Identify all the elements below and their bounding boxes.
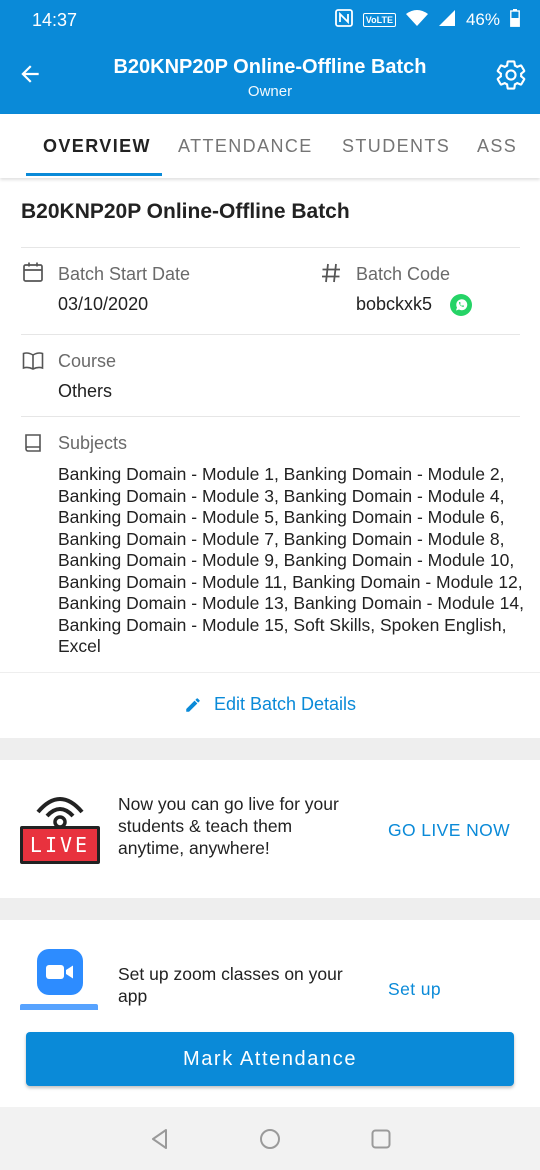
arrow-back-icon: [21, 65, 39, 83]
pencil-icon: [186, 697, 200, 712]
divider: [21, 334, 520, 335]
tab-assignments[interactable]: ASS: [477, 114, 517, 178]
live-badge: LIVE: [20, 826, 100, 864]
tab-attendance[interactable]: ATTENDANCE: [178, 114, 313, 178]
signal-icon: [438, 9, 456, 32]
page-title: B20KNP20P Online-Offline Batch: [113, 56, 427, 78]
go-live-text-line: anytime, anywhere!: [118, 838, 270, 858]
nfc-icon: [334, 8, 353, 32]
zoom-setup-card: Set up zoom classes on your app Set up: [0, 920, 540, 1010]
active-tab-indicator: [26, 173, 162, 176]
broadcast-waves-icon: [36, 797, 84, 828]
edit-batch-details-label: Edit Batch Details: [213, 694, 357, 714]
zoom-setup-button[interactable]: Set up: [388, 979, 441, 1000]
zoom-text-line: app: [118, 986, 148, 1006]
status-icons: VoLTE 46%: [334, 8, 520, 32]
batch-name: B20KNP20P Online-Offline Batch: [21, 200, 350, 223]
batch-code-value: bobckxk5: [356, 294, 433, 314]
section-separator: [0, 738, 540, 760]
zoom-description: Set up zoom classes on your app: [118, 963, 343, 1007]
nav-home-icon[interactable]: [258, 1127, 282, 1151]
divider: [21, 247, 520, 248]
divider: [21, 416, 520, 417]
start-date-label: Batch Start Date: [58, 264, 191, 284]
go-live-card: LIVE Now you can go live for your studen…: [0, 760, 540, 898]
settings-button[interactable]: [494, 58, 528, 92]
gear-icon: [496, 60, 526, 90]
bottom-action-area: Mark Attendance: [0, 1010, 540, 1107]
open-book-icon: [22, 352, 44, 370]
course-value: Others: [58, 381, 113, 401]
go-live-now-button[interactable]: GO LIVE NOW: [388, 820, 510, 841]
course-label: Course: [58, 351, 117, 371]
tab-overview[interactable]: OVERVIEW: [43, 114, 151, 178]
zoom-icon: [37, 949, 83, 995]
zoom-text-line: Set up zoom classes on your: [118, 964, 343, 984]
back-button[interactable]: [14, 58, 46, 90]
volte-badge: VoLTE: [362, 13, 396, 27]
status-time: 14:37: [32, 9, 78, 30]
system-nav-bar: [0, 1107, 540, 1170]
nav-recents-icon[interactable]: [369, 1127, 393, 1151]
battery-percent: 46%: [465, 10, 500, 29]
go-live-text-line: Now you can go live for your: [118, 794, 339, 814]
edit-batch-details-link[interactable]: Edit Batch Details: [0, 694, 540, 715]
calendar-icon: [23, 262, 43, 282]
section-separator: [0, 898, 540, 920]
live-badge-text: LIVE: [29, 833, 91, 857]
page-subtitle: Owner: [247, 83, 293, 100]
app-bar: B20KNP20P Online-Offline Batch Owner: [0, 40, 540, 114]
batch-code-label: Batch Code: [356, 264, 451, 284]
whatsapp-icon[interactable]: [449, 293, 473, 317]
divider: [0, 672, 540, 673]
live-broadcast-icon: LIVE: [20, 792, 100, 864]
go-live-text-line: students & teach them: [118, 816, 293, 836]
video-camera-icon: [46, 965, 73, 979]
mark-attendance-button[interactable]: Mark Attendance: [26, 1032, 514, 1086]
battery-icon: [510, 8, 520, 32]
hash-icon: [322, 263, 340, 283]
tab-bar: OVERVIEW ATTENDANCE STUDENTS ASS: [0, 114, 540, 178]
nav-back-icon[interactable]: [148, 1127, 172, 1151]
book-icon: [25, 434, 41, 452]
wifi-icon: [405, 9, 428, 32]
subjects-value: Banking Domain - Module 1, Banking Domai…: [58, 464, 524, 656]
go-live-description: Now you can go live for your students & …: [118, 793, 339, 859]
start-date-value: 03/10/2020: [58, 294, 149, 314]
subjects-label: Subjects: [58, 433, 128, 453]
status-bar: 14:37 VoLTE 46%: [0, 0, 540, 40]
title-block: B20KNP20P Online-Offline Batch Owner: [70, 56, 470, 100]
tab-students[interactable]: STUDENTS: [342, 114, 450, 178]
